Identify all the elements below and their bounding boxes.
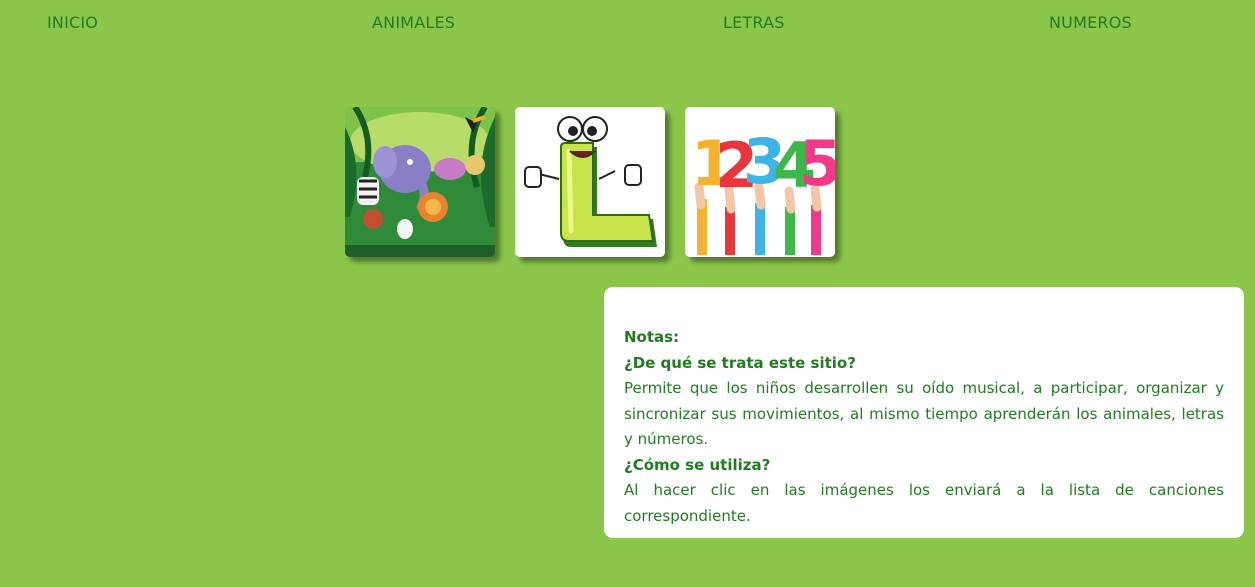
letter-l-character-image <box>515 107 665 257</box>
notes-question-1: ¿De qué se trata este sitio? <box>624 353 856 372</box>
nav-animales-link[interactable]: ANIMALES <box>372 13 455 32</box>
numbers-hands-image: 1 2 3 4 5 <box>685 107 835 257</box>
notes-title: Notas: <box>624 328 680 346</box>
notes-answer-1: Permite que los niños desarrollen su oíd… <box>624 379 1224 448</box>
jungle-animals-image <box>345 107 495 257</box>
numeros-image-link[interactable]: 1 2 3 4 5 <box>685 107 835 257</box>
letras-image-link[interactable] <box>515 107 665 257</box>
digit-5: 5 <box>799 127 835 200</box>
notes-question-2: ¿Cómo se utiliza? <box>624 455 771 474</box>
nav-numeros-link[interactable]: NUMEROS <box>1049 13 1132 32</box>
top-nav: INICIO ANIMALES LETRAS NUMEROS <box>0 0 1255 46</box>
animales-image-link[interactable] <box>345 107 495 257</box>
notes-answer-2: Al hacer clic en las imágenes los enviar… <box>624 481 1224 525</box>
notes-panel: Notas: ¿De qué se trata este sitio? Perm… <box>604 287 1244 538</box>
nav-letras-link[interactable]: LETRAS <box>723 13 785 32</box>
nav-inicio-link[interactable]: INICIO <box>47 13 98 32</box>
